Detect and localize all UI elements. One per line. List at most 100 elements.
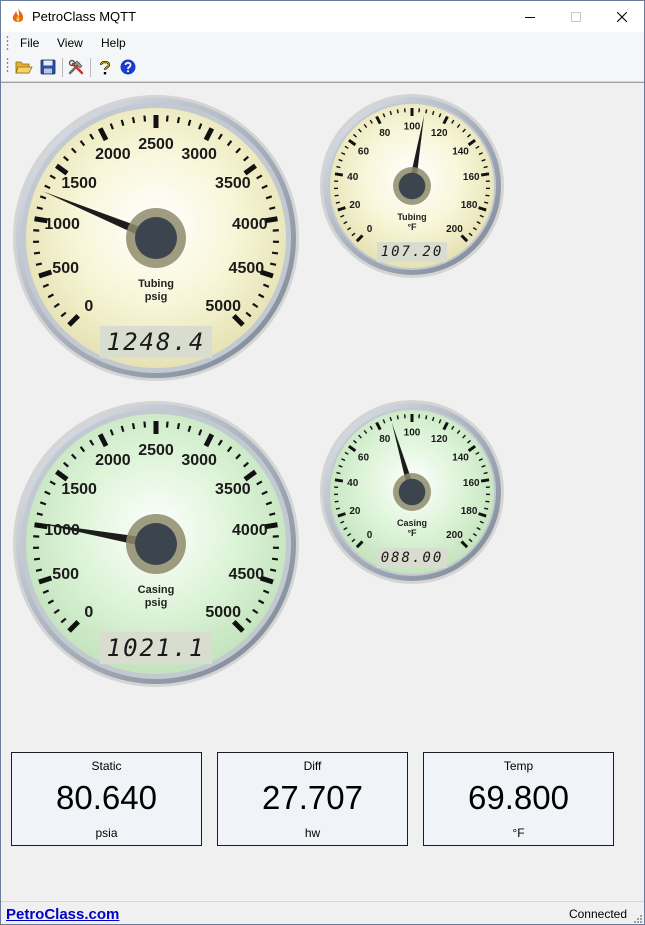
- tick-label: 4000: [232, 216, 268, 233]
- menu-file[interactable]: File: [20, 36, 39, 50]
- needle-hub: [398, 172, 426, 200]
- casing-temp-gauge: 0 20 40 60 80 100 120 140 160 180 200 Casing °F 088.0…: [318, 398, 506, 586]
- minor-tick: [425, 415, 428, 420]
- tick-label: 500: [52, 566, 79, 583]
- tick-label: 3500: [215, 481, 251, 498]
- digital-readout: 107.20: [377, 242, 447, 262]
- menu-help[interactable]: Help: [101, 36, 126, 50]
- tick-label: 2500: [138, 136, 174, 153]
- tick-label: 1500: [61, 481, 97, 498]
- tick-label: 0: [367, 530, 373, 541]
- open-button[interactable]: [14, 57, 34, 77]
- minor-tick: [396, 415, 399, 420]
- tick-label: 0: [367, 224, 373, 235]
- static-panel: Static 80.640 psia: [11, 752, 202, 846]
- gauge-unit: °F: [407, 528, 417, 538]
- tubing-temp-gauge: 0 20 40 60 80 100 120 140 160 180 200 Tubing °F 107.2…: [318, 92, 506, 280]
- minor-tick: [176, 422, 181, 430]
- tick-label: 160: [463, 172, 480, 183]
- minimize-icon: [525, 16, 535, 18]
- casing-pressure-gauge: 0 500 1000 1500 2000 2500 3000 3500 4000 4500 5000…: [10, 398, 302, 690]
- minimize-button[interactable]: [507, 1, 553, 32]
- title-bar[interactable]: PetroClass MQTT: [1, 1, 644, 32]
- minor-tick: [35, 262, 43, 266]
- flame-icon: [12, 8, 24, 22]
- toolbar-grip[interactable]: [6, 57, 9, 73]
- needle-hub: [135, 217, 177, 259]
- minor-tick: [33, 251, 41, 255]
- minor-tick: [36, 206, 43, 210]
- tick-label: 4500: [229, 566, 265, 583]
- status-bar: PetroClass.com Connected: [1, 901, 644, 924]
- gauge-unit: °F: [407, 222, 417, 232]
- close-icon: [617, 11, 627, 22]
- tubing-pressure-gauge: 0 500 1000 1500 2000 2500 3000 3500 4000 4500 5000…: [10, 92, 302, 384]
- tick-label: 180: [461, 506, 478, 517]
- menu-view[interactable]: View: [57, 36, 83, 50]
- panel-value: 69.800: [468, 779, 569, 816]
- tick-label: 120: [431, 128, 448, 139]
- menu-grip[interactable]: [6, 35, 9, 51]
- help-icon: [120, 59, 136, 75]
- minor-tick: [483, 471, 488, 475]
- panel-title: Static: [91, 759, 122, 773]
- minor-tick: [176, 116, 181, 124]
- tick-label: 4000: [232, 522, 268, 539]
- tick-label: 120: [431, 434, 448, 445]
- gauge-unit: psig: [145, 291, 168, 303]
- panel-title: Diff: [303, 759, 322, 773]
- tools-button[interactable]: [66, 57, 86, 77]
- tick-label: 200: [446, 530, 463, 541]
- panel-unit: psia: [95, 826, 118, 840]
- tick-label: 100: [404, 122, 421, 133]
- minor-tick: [484, 507, 489, 510]
- tools-icon: [68, 59, 84, 75]
- digital-readout: 088.00: [377, 548, 447, 568]
- context-help-icon: [99, 60, 111, 75]
- minor-tick: [335, 507, 340, 510]
- maximize-button[interactable]: [553, 1, 599, 32]
- help-button[interactable]: [118, 57, 138, 77]
- tick-label: 60: [358, 146, 370, 157]
- minor-tick: [271, 251, 279, 255]
- close-button[interactable]: [599, 1, 644, 32]
- app-window: PetroClass MQTT File View Help 0 500 100…: [0, 0, 645, 925]
- major-tick: [334, 172, 344, 177]
- minor-tick: [396, 109, 399, 114]
- minor-tick: [35, 568, 43, 572]
- panel-unit: hw: [304, 826, 321, 840]
- context-help-button[interactable]: [95, 57, 115, 77]
- minor-tick: [336, 165, 341, 169]
- website-link[interactable]: PetroClass.com: [6, 906, 119, 923]
- gauge-label: Casing: [138, 584, 175, 596]
- tick-label: 3000: [181, 146, 217, 163]
- tick-label: 20: [349, 506, 361, 517]
- minor-tick: [165, 115, 169, 122]
- open-icon: [15, 61, 33, 74]
- tick-label: 500: [52, 260, 79, 277]
- tick-label: 5000: [205, 298, 241, 315]
- minor-tick: [483, 165, 488, 169]
- temp-panel: Temp 69.800 °F: [423, 752, 614, 846]
- panel-value: 80.640: [56, 779, 157, 816]
- minor-tick: [269, 512, 276, 516]
- tick-label: 1500: [61, 175, 97, 192]
- tick-label: 180: [461, 200, 478, 211]
- tick-label: 2500: [138, 442, 174, 459]
- window-title: PetroClass MQTT: [32, 9, 137, 24]
- tick-label: 200: [446, 224, 463, 235]
- panel-value: 27.707: [262, 779, 363, 816]
- diff-panel: Diff 27.707 hw: [217, 752, 408, 846]
- major-tick: [334, 478, 344, 483]
- needle-hub: [398, 478, 426, 506]
- resize-grip-icon[interactable]: [632, 913, 642, 923]
- panel-title: Temp: [503, 759, 534, 773]
- tick-label: 80: [379, 128, 391, 139]
- menu-bar: File View Help: [1, 32, 644, 54]
- tick-label: 160: [463, 478, 480, 489]
- minor-tick: [36, 512, 43, 516]
- save-button[interactable]: [38, 57, 58, 77]
- digital-readout: 1248.4: [100, 326, 212, 358]
- panel-unit: °F: [512, 826, 525, 840]
- tick-label: 0: [84, 298, 93, 315]
